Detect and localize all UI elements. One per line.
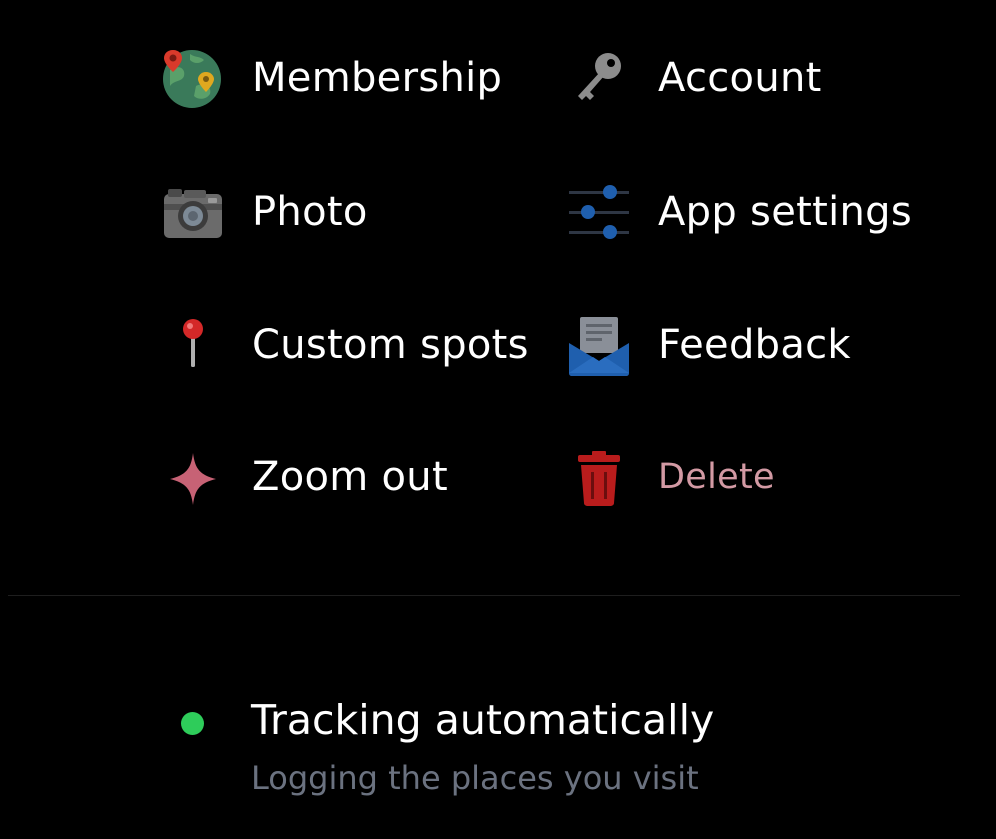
menu-item-label: Membership <box>252 55 503 101</box>
trash-icon <box>566 445 630 509</box>
menu-item-label: Photo <box>252 189 368 235</box>
sliders-icon <box>566 180 630 244</box>
status-dot-icon <box>181 712 204 735</box>
sparkle-icon <box>160 445 224 509</box>
menu-item-label: Zoom out <box>252 454 448 500</box>
menu-item-photo[interactable]: Photo <box>160 177 368 247</box>
menu-item-delete[interactable]: Delete <box>566 442 775 512</box>
menu-item-feedback[interactable]: Feedback <box>566 310 851 380</box>
camera-icon <box>160 180 224 244</box>
menu-item-label: Custom spots <box>252 322 529 368</box>
menu-item-app-settings[interactable]: App settings <box>566 177 912 247</box>
menu-item-membership[interactable]: Membership <box>160 43 502 113</box>
menu-item-label: Account <box>658 55 822 101</box>
globe-icon <box>160 46 224 110</box>
envelope-icon <box>566 313 630 377</box>
menu-item-label: Delete <box>658 456 775 497</box>
tracking-title: Tracking automatically <box>251 696 715 744</box>
menu-item-label: Feedback <box>658 322 851 368</box>
pushpin-icon <box>160 313 224 377</box>
divider <box>8 595 960 596</box>
menu-item-zoom-out[interactable]: Zoom out <box>160 442 448 512</box>
key-icon <box>566 46 630 110</box>
menu-item-custom-spots[interactable]: Custom spots <box>160 310 529 380</box>
menu-item-label: App settings <box>658 189 912 235</box>
menu-item-account[interactable]: Account <box>566 43 822 113</box>
tracking-subtitle: Logging the places you visit <box>251 759 699 797</box>
